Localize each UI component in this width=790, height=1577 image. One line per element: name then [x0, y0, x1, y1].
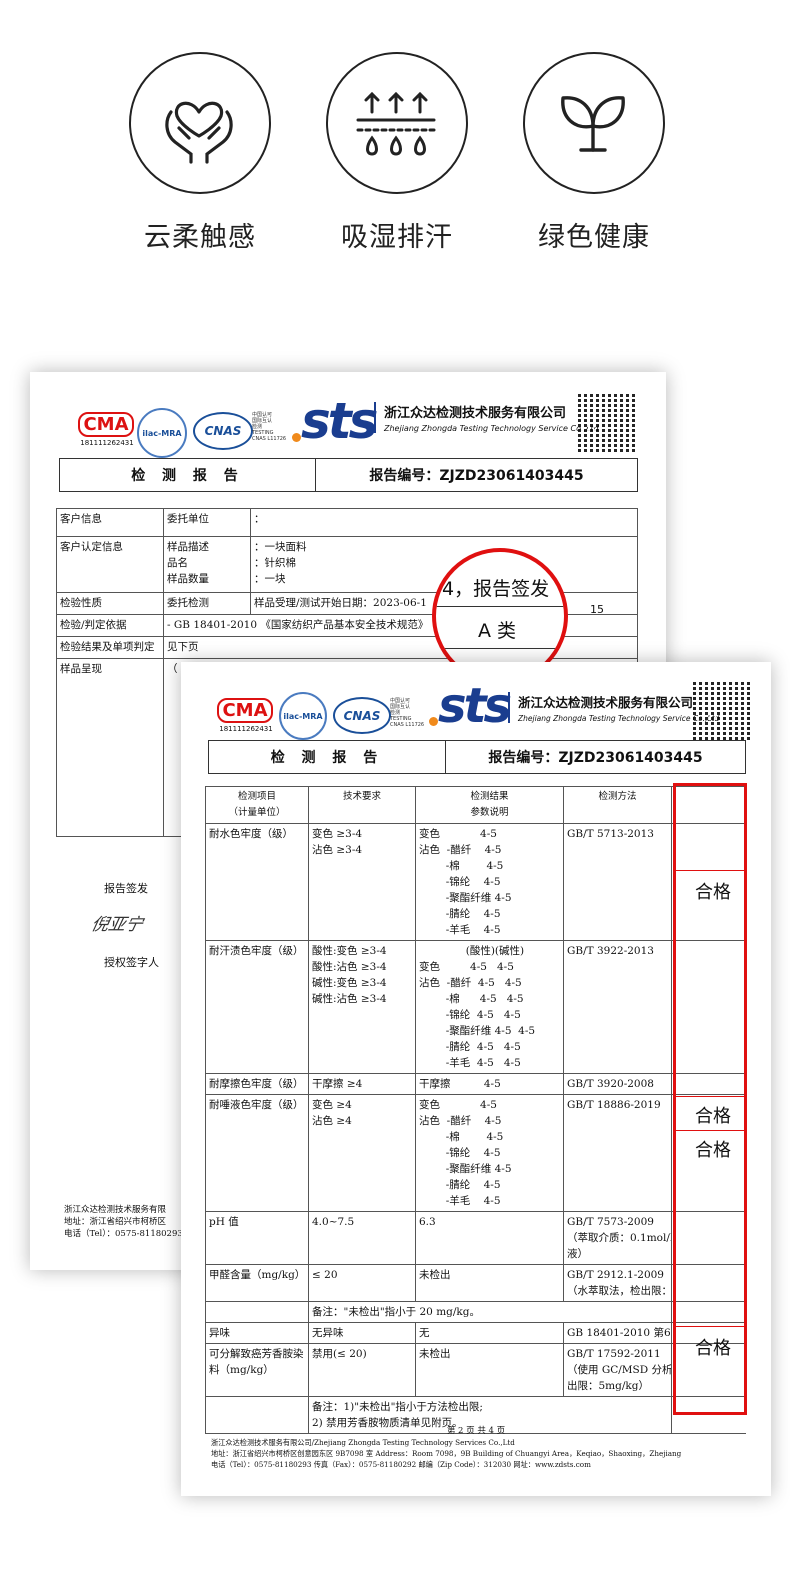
- table-header-row: 检测项目 （计量单位） 技术要求 检测结果 参数说明 检测方法: [205, 786, 746, 824]
- pass-label: 合格: [695, 1140, 731, 1161]
- table-row: pH 值 4.0~7.5 6.3 GB/T 7573-2009 （萃取介质：0.1mo…: [205, 1211, 746, 1265]
- sign-label: 报告签发: [104, 882, 148, 895]
- page-number: 第 2 页 共 4 页: [446, 1426, 506, 1436]
- table-row: 耐水色牢度（级） 变色 ≥3-4 沾色 ≥3-4 变色 4-5 沾色 -醋纤 4-5…: [205, 823, 746, 941]
- heart-hands-icon: [165, 101, 233, 164]
- feature-label-wicking: 吸湿排汗: [341, 222, 453, 253]
- report-title-bar: 检 测 报 告 报告编号：ZJZD23061403445: [59, 458, 638, 492]
- cma-logo: CMA 181111262431: [211, 698, 281, 733]
- pass-label: 合格: [695, 1106, 731, 1127]
- feature-label-soft: 云柔触感: [144, 222, 256, 253]
- feature-label-green: 绿色健康: [538, 222, 650, 253]
- table-row: 备注："未检出"指小于 20 mg/kg。: [205, 1301, 746, 1323]
- feature-circle-wicking: [326, 52, 468, 194]
- results-table: 检测项目 （计量单位） 技术要求 检测结果 参数说明 检测方法 耐水色牢度（级）…: [205, 786, 746, 1434]
- report-page-front: CMA 181111262431 ilac-MRA CNAS 中国认可 国际互认…: [181, 662, 771, 1496]
- cnas-caption: 中国认可 国际互认 检测 TESTING CNAS L11726: [390, 698, 425, 728]
- sprout-icon: [561, 96, 625, 152]
- table-row: 耐汗渍色牢度（级） 酸性:变色 ≥3-4 酸性:沾色 ≥3-4 碱性:变色 ≥3-…: [205, 940, 746, 1074]
- table-row: 耐摩擦色牢度（级） 干摩擦 ≥4 干摩擦 4-5 GB/T 3920-2008: [205, 1073, 746, 1095]
- report-title: 检 测 报 告: [209, 741, 446, 773]
- table-row: 耐唾液色牢度（级） 变色 ≥4 沾色 ≥4 变色 4-5 沾色 -醋纤 4-5 -棉…: [205, 1094, 746, 1212]
- report-number: 报告编号：ZJZD23061403445: [369, 468, 584, 484]
- table-row: 甲醛含量（mg/kg） ≤ 20 未检出 GB/T 2912.1-2009 （水萃取法…: [205, 1264, 746, 1302]
- sts-logo: sts: [429, 678, 512, 734]
- sts-logo: sts: [292, 392, 378, 450]
- ilac-mra-logo: ilac-MRA: [279, 692, 327, 740]
- cma-logo: CMA 181111262431: [72, 412, 142, 447]
- pass-label: 合格: [695, 882, 731, 903]
- qr-code: [578, 392, 638, 452]
- authorized-label: 授权签字人: [104, 956, 159, 969]
- cnas-caption: 中国认可 国际互认 检测 TESTING CNAS L11726: [252, 412, 287, 442]
- front-footer: 浙江众达检测技术服务有限公司/Zhejiang Zhongda Testing …: [211, 1438, 682, 1469]
- qr-code: [693, 682, 751, 740]
- company-name: 浙江众达检测技术服务有限公司 Zhejiang Zhongda Testing …: [374, 402, 599, 433]
- table-row: 异味 无异味无 GB 18401-2010 第6.7: [205, 1322, 746, 1344]
- back-footer: 浙江众达检测技术服务有限 地址：浙江省绍兴市柯桥区 电话（Tel）：0575-8…: [64, 1205, 183, 1239]
- table-row: 可分解致癌芳香胺染料（mg/kg） 禁用(≤ 20) 未检出 GB/T 17592-2…: [205, 1343, 746, 1397]
- table-row: 客户信息 委托单位：: [56, 508, 638, 537]
- ilac-mra-logo: ilac-MRA: [137, 408, 187, 458]
- pass-label: 合格: [695, 1338, 731, 1359]
- signature: 倪亚宁: [89, 915, 145, 935]
- report-title-bar: 检 测 报 告 报告编号：ZJZD23061403445: [208, 740, 746, 774]
- cnas-logo: CNAS: [333, 697, 391, 734]
- feature-circle-green: [523, 52, 665, 194]
- report-number: 报告编号：ZJZD23061403445: [488, 750, 703, 766]
- feature-circle-soft: [129, 52, 271, 194]
- cnas-logo: CNAS: [193, 412, 253, 450]
- moisture-wicking-icon: [356, 91, 436, 156]
- report-title: 检 测 报 告: [60, 459, 316, 491]
- back-date-tail: 15: [590, 603, 604, 616]
- company-name: 浙江众达检测技术服务有限公司 Zhejiang Zhongda Testing …: [508, 692, 719, 723]
